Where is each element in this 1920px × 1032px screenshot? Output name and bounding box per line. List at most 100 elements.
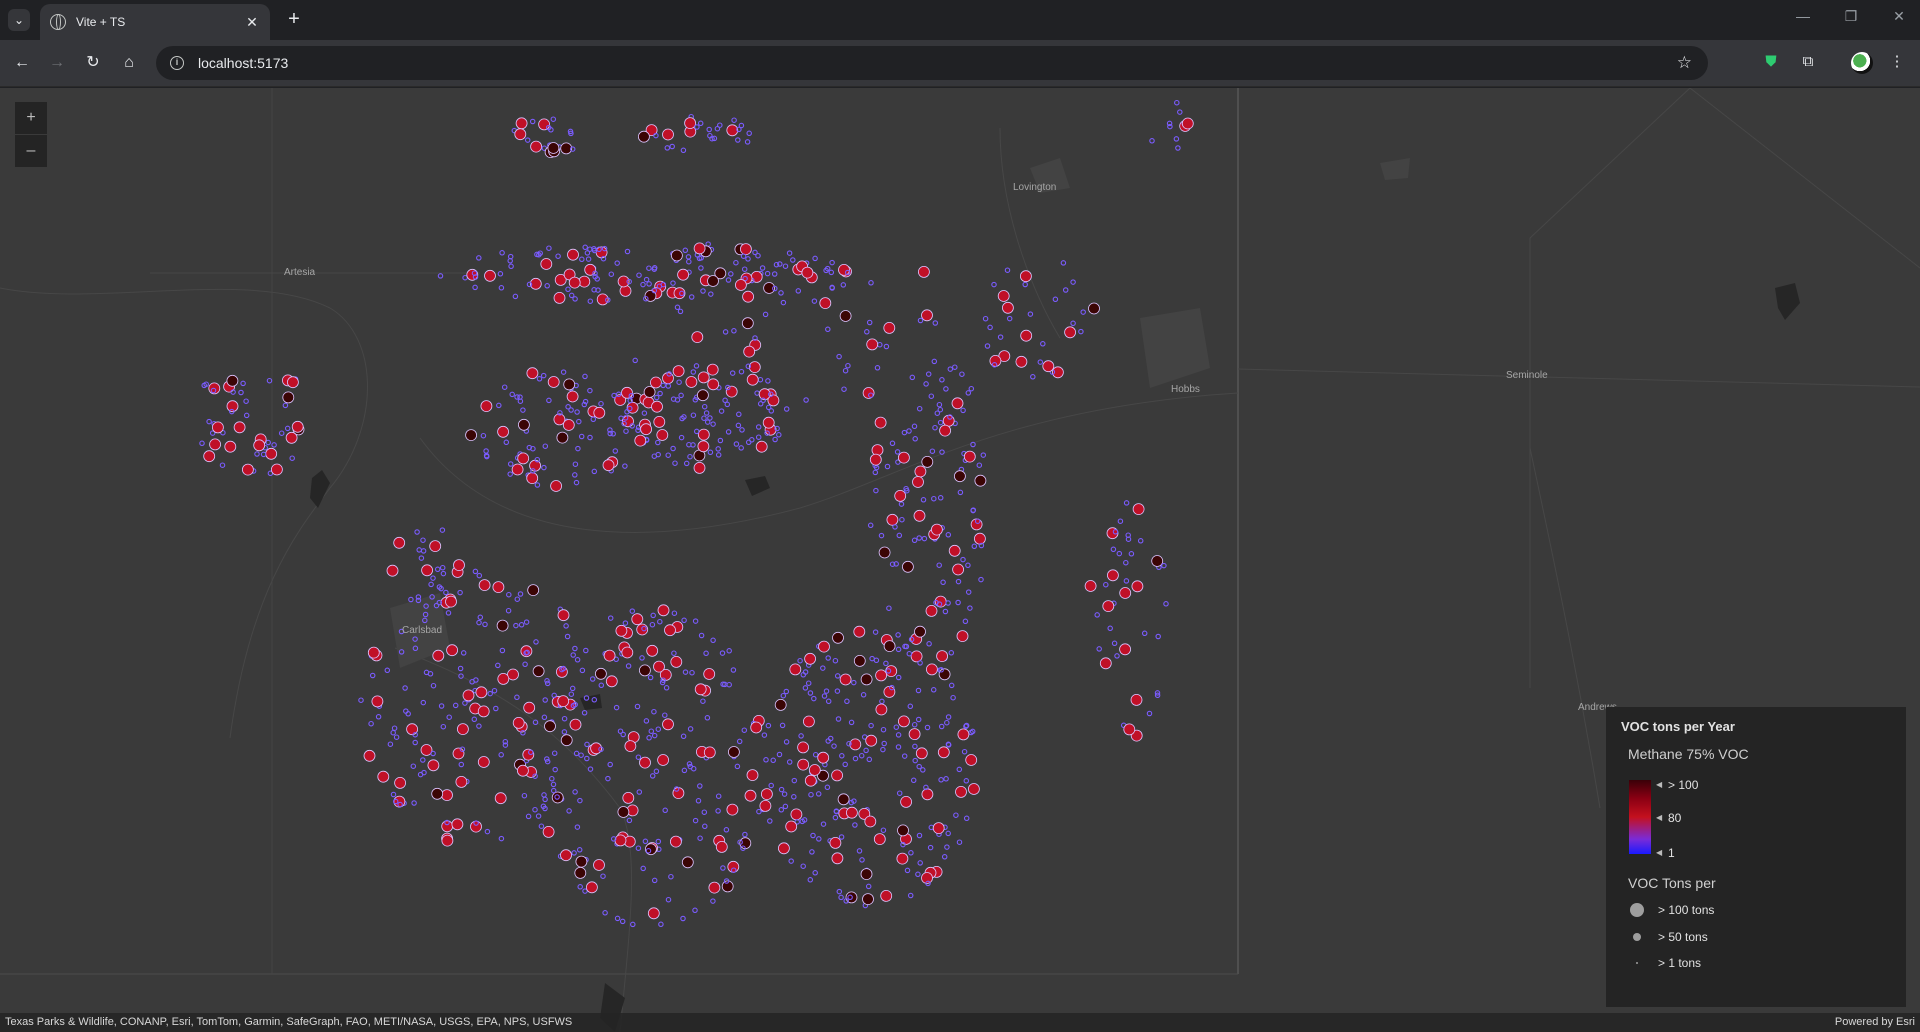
emission-point[interactable]: [967, 605, 973, 611]
emission-point[interactable]: [512, 717, 525, 729]
close-window-button[interactable]: ✕: [1884, 8, 1914, 25]
emission-point[interactable]: [1080, 309, 1086, 315]
emission-point[interactable]: [1096, 646, 1102, 652]
emission-point[interactable]: [939, 424, 951, 437]
emission-point[interactable]: [492, 581, 505, 594]
emission-point[interactable]: [672, 460, 678, 466]
emission-point[interactable]: [1111, 640, 1118, 647]
emission-point[interactable]: [1099, 657, 1112, 670]
emission-point[interactable]: [535, 813, 542, 819]
emission-point[interactable]: [434, 566, 441, 573]
extensions-puzzle-icon[interactable]: ⧉: [1797, 51, 1819, 73]
emission-point[interactable]: [514, 596, 521, 602]
emission-point[interactable]: [744, 139, 751, 145]
emission-point[interactable]: [226, 374, 239, 387]
emission-point[interactable]: [947, 366, 954, 372]
emission-point[interactable]: [778, 290, 784, 296]
emission-point[interactable]: [476, 723, 482, 729]
emission-point[interactable]: [476, 255, 482, 261]
emission-point[interactable]: [728, 746, 740, 758]
emission-point[interactable]: [874, 416, 887, 429]
browser-menu-icon[interactable]: ⋮: [1886, 51, 1908, 73]
emission-point[interactable]: [938, 777, 944, 783]
emission-point[interactable]: [390, 729, 396, 736]
emission-point[interactable]: [765, 378, 771, 384]
emission-point[interactable]: [630, 921, 636, 928]
back-arrow-icon[interactable]: ←: [10, 51, 34, 75]
emission-point[interactable]: [608, 271, 615, 277]
emission-point[interactable]: [836, 888, 843, 895]
emission-point[interactable]: [786, 759, 793, 765]
emission-point[interactable]: [572, 472, 578, 478]
emission-point[interactable]: [544, 283, 550, 289]
emission-point[interactable]: [574, 409, 580, 415]
emission-point[interactable]: [856, 848, 863, 854]
restore-button[interactable]: ❐: [1836, 8, 1866, 25]
emission-point[interactable]: [651, 877, 658, 884]
minimize-button[interactable]: —: [1788, 8, 1818, 24]
emission-point[interactable]: [408, 596, 414, 603]
emission-point[interactable]: [694, 683, 707, 696]
emission-point[interactable]: [873, 487, 879, 494]
emission-point[interactable]: [651, 732, 658, 739]
emission-point[interactable]: [358, 697, 364, 703]
emission-point[interactable]: [945, 600, 951, 606]
emission-point[interactable]: [768, 408, 775, 414]
emission-point[interactable]: [445, 610, 452, 616]
emission-point[interactable]: [394, 777, 407, 789]
emission-point[interactable]: [740, 243, 752, 256]
emission-point[interactable]: [1131, 580, 1144, 593]
bookmark-star-icon[interactable]: ☆: [1677, 53, 1692, 73]
emission-point[interactable]: [584, 755, 590, 762]
emission-point[interactable]: [572, 789, 578, 795]
emission-point[interactable]: [693, 461, 706, 474]
emission-point[interactable]: [445, 595, 457, 608]
close-tab-icon[interactable]: ✕: [244, 14, 260, 31]
emission-point[interactable]: [546, 397, 552, 404]
emission-point[interactable]: [906, 650, 913, 657]
emission-point[interactable]: [703, 650, 709, 657]
emission-point[interactable]: [772, 436, 778, 443]
emission-point[interactable]: [710, 637, 716, 644]
emission-point[interactable]: [926, 641, 932, 647]
emission-point[interactable]: [683, 460, 690, 467]
emission-point[interactable]: [907, 892, 914, 899]
emission-point[interactable]: [586, 881, 598, 894]
emission-point[interactable]: [807, 690, 814, 696]
emission-point[interactable]: [578, 433, 585, 440]
emission-point[interactable]: [800, 863, 806, 869]
emission-point[interactable]: [441, 834, 454, 847]
emission-point[interactable]: [240, 380, 246, 387]
emission-point[interactable]: [710, 421, 716, 427]
emission-point[interactable]: [587, 766, 594, 772]
emission-point[interactable]: [514, 694, 520, 701]
emission-point[interactable]: [542, 826, 555, 838]
emission-point[interactable]: [254, 451, 260, 457]
emission-point[interactable]: [928, 824, 935, 831]
emission-point[interactable]: [1161, 562, 1167, 569]
emission-point[interactable]: [819, 297, 832, 310]
emission-point[interactable]: [818, 640, 830, 653]
emission-point[interactable]: [440, 570, 447, 577]
emission-point[interactable]: [233, 421, 246, 434]
emission-point[interactable]: [471, 716, 478, 723]
emission-point[interactable]: [1004, 267, 1011, 273]
emission-point[interactable]: [538, 823, 545, 829]
emission-point[interactable]: [974, 474, 987, 487]
emission-point[interactable]: [755, 252, 761, 259]
emission-point[interactable]: [418, 555, 425, 561]
emission-point[interactable]: [393, 734, 400, 740]
emission-point[interactable]: [852, 755, 859, 762]
emission-point[interactable]: [1110, 546, 1117, 553]
emission-point[interactable]: [600, 873, 606, 879]
emission-point[interactable]: [915, 687, 922, 694]
emission-point[interactable]: [1064, 326, 1076, 339]
emission-point[interactable]: [917, 660, 923, 666]
emission-point[interactable]: [770, 757, 776, 764]
emission-point[interactable]: [768, 782, 774, 789]
emission-point[interactable]: [824, 784, 831, 791]
emission-point[interactable]: [1088, 302, 1100, 315]
emission-point[interactable]: [780, 692, 787, 699]
emission-point[interactable]: [948, 650, 955, 656]
emission-point[interactable]: [948, 682, 955, 689]
